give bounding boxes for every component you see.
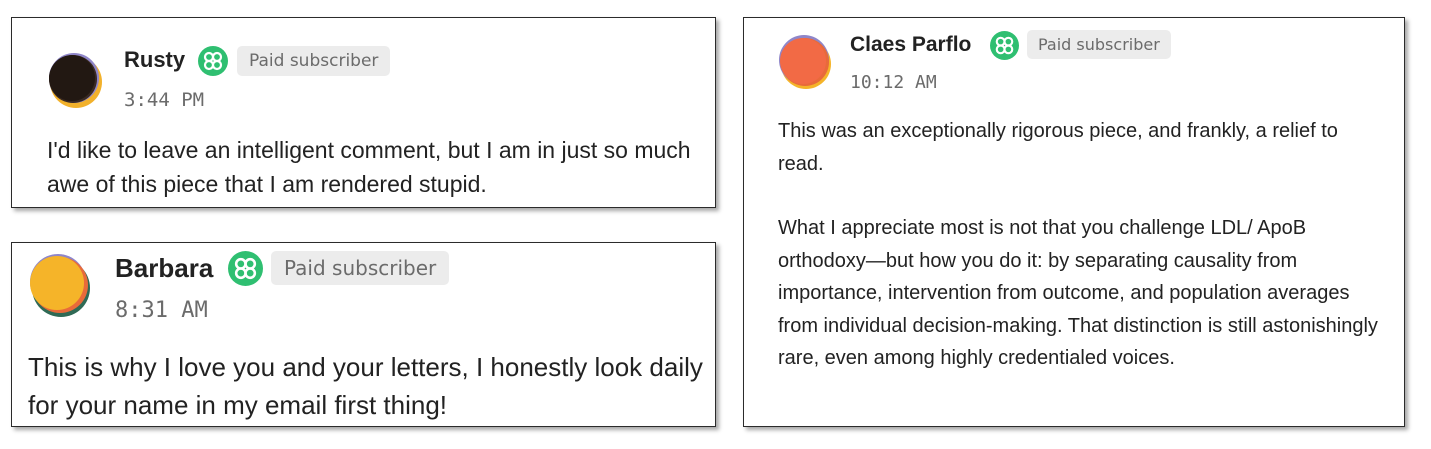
comment-time[interactable]: 8:31 AM bbox=[115, 298, 208, 323]
comment-paragraph: What I appreciate most is not that you c… bbox=[778, 217, 1378, 369]
comment-card-barbara: Barbara Paid subscriber 8:31 AM This is … bbox=[11, 242, 716, 427]
comment-body: This was an exceptionally rigorous piece… bbox=[778, 115, 1383, 375]
comment-card-rusty: Rusty Paid subscriber 3:44 PM I'd like t… bbox=[11, 17, 716, 208]
flower-badge-icon bbox=[228, 251, 263, 286]
author-name[interactable]: Claes Parflo bbox=[850, 33, 971, 57]
comment-card-claes-parflo: Claes Parflo Paid subscriber 10:12 AM Th… bbox=[743, 17, 1405, 427]
comment-time[interactable]: 10:12 AM bbox=[850, 72, 937, 93]
comment-time[interactable]: 3:44 PM bbox=[124, 89, 204, 111]
flower-badge-icon bbox=[198, 46, 228, 76]
avatar[interactable] bbox=[777, 34, 833, 90]
paid-subscriber-badge: Paid subscriber bbox=[237, 46, 391, 76]
comment-paragraph: I'd like to leave an intelligent comment… bbox=[47, 137, 691, 197]
flower-badge-icon bbox=[990, 31, 1019, 60]
avatar[interactable] bbox=[46, 50, 104, 110]
paid-subscriber-badge: Paid subscriber bbox=[271, 251, 450, 285]
avatar[interactable] bbox=[27, 252, 93, 318]
comment-body: This is why I love you and your letters,… bbox=[28, 348, 713, 424]
author-name[interactable]: Barbara bbox=[115, 253, 213, 284]
author-name[interactable]: Rusty bbox=[124, 47, 185, 73]
paid-subscriber-badge: Paid subscriber bbox=[1027, 30, 1171, 59]
comment-paragraph: This is why I love you and your letters,… bbox=[28, 352, 703, 420]
comment-body: I'd like to leave an intelligent comment… bbox=[47, 133, 697, 201]
comment-paragraph: This was an exceptionally rigorous piece… bbox=[778, 120, 1338, 175]
